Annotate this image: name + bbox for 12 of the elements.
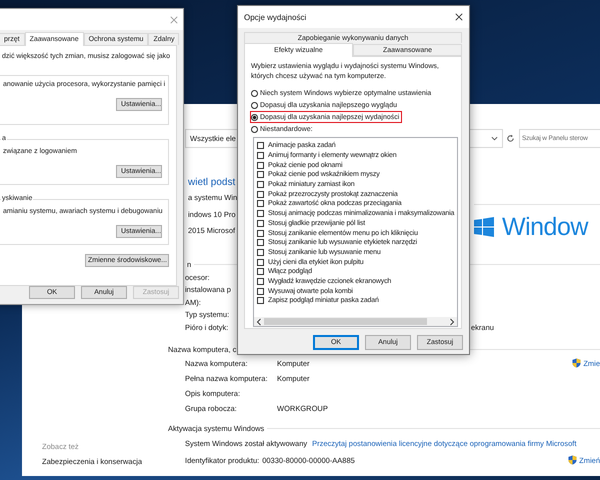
four-pane-logo-icon — [474, 216, 494, 236]
close-icon[interactable] — [455, 13, 463, 21]
dialog-title: Opcje wydajności — [244, 12, 306, 22]
scroll-left-icon[interactable] — [256, 318, 262, 326]
brand-text: Window — [502, 212, 588, 242]
refresh-icon[interactable] — [506, 134, 515, 143]
shield-icon[interactable] — [568, 455, 578, 465]
horizontal-scrollbar[interactable] — [254, 317, 457, 326]
page-heading: wietl podst — [188, 176, 236, 190]
chevron-down-icon[interactable] — [491, 135, 498, 142]
scroll-right-icon[interactable] — [449, 318, 455, 326]
shield-icon[interactable] — [572, 358, 582, 368]
